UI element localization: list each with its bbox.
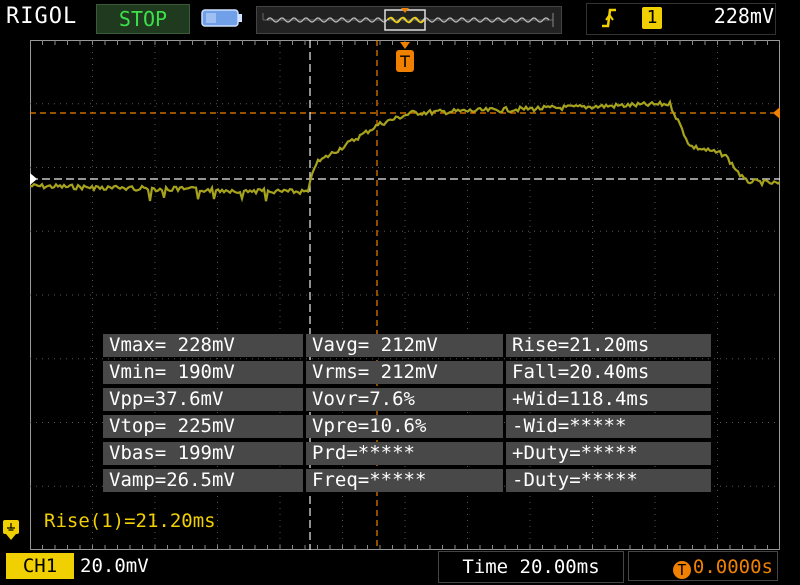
measurement-cell: +Wid=118.4ms [506,388,711,411]
measurement-cell: -Wid=***** [506,415,711,438]
measurement-cell: Vbas= 199mV [103,442,303,465]
measurement-cell: Vmax= 228mV [103,334,303,357]
measurement-cell: Freq=***** [306,469,503,492]
measurement-cell: Rise=21.20ms [506,334,711,357]
ground-marker-icon [3,520,19,540]
ch1-trace [30,98,780,203]
trigger-marker: T [396,42,414,72]
trigger-level-marker [773,107,780,119]
measurement-cell: Vovr=7.6% [306,388,503,411]
measurement-table: Vmax= 228mV Vmin= 190mV Vpp=37.6mV Vtop= 22… [103,334,711,496]
measurement-cell: Prd=***** [306,442,503,465]
rise-readout: Rise(1)=21.20ms [44,510,216,532]
run-stop-button[interactable]: STOP [96,4,190,34]
trigger-position-readout[interactable]: T 0.0000s [628,551,778,581]
waveform-position-strip[interactable] [256,6,562,34]
memory-depth-icon [201,9,242,27]
timebase-readout[interactable]: Time 20.00ms [438,551,624,583]
trigger-marker-label: T [399,52,410,71]
measurement-cell: Vpp=37.6mV [103,388,303,411]
measurement-cell: Vpre=10.6% [306,415,503,438]
ch1-scale: 20.0mV [80,555,149,577]
measurement-cell: Vtop= 225mV [103,415,303,438]
trigger-level: 228mV [713,4,774,28]
measurement-cell: Fall=20.40ms [506,361,711,384]
measurement-cell: Vavg= 212mV [306,334,503,357]
trigger-position-value: 0.0000s [692,556,773,578]
brand-logo: RIGOL [6,4,78,29]
trigger-source-badge: 1 [642,7,662,29]
rising-edge-icon [600,6,618,30]
measurement-cell: Vamp=26.5mV [103,469,303,492]
measurement-cell: Vrms= 212mV [306,361,503,384]
measurement-cell: Vmin= 190mV [103,361,303,384]
ch1-badge[interactable]: CH1 [6,553,74,579]
measurement-cell: -Duty=***** [506,469,711,492]
measurement-cell: +Duty=***** [506,442,711,465]
trigger-position-icon: T [672,561,691,579]
